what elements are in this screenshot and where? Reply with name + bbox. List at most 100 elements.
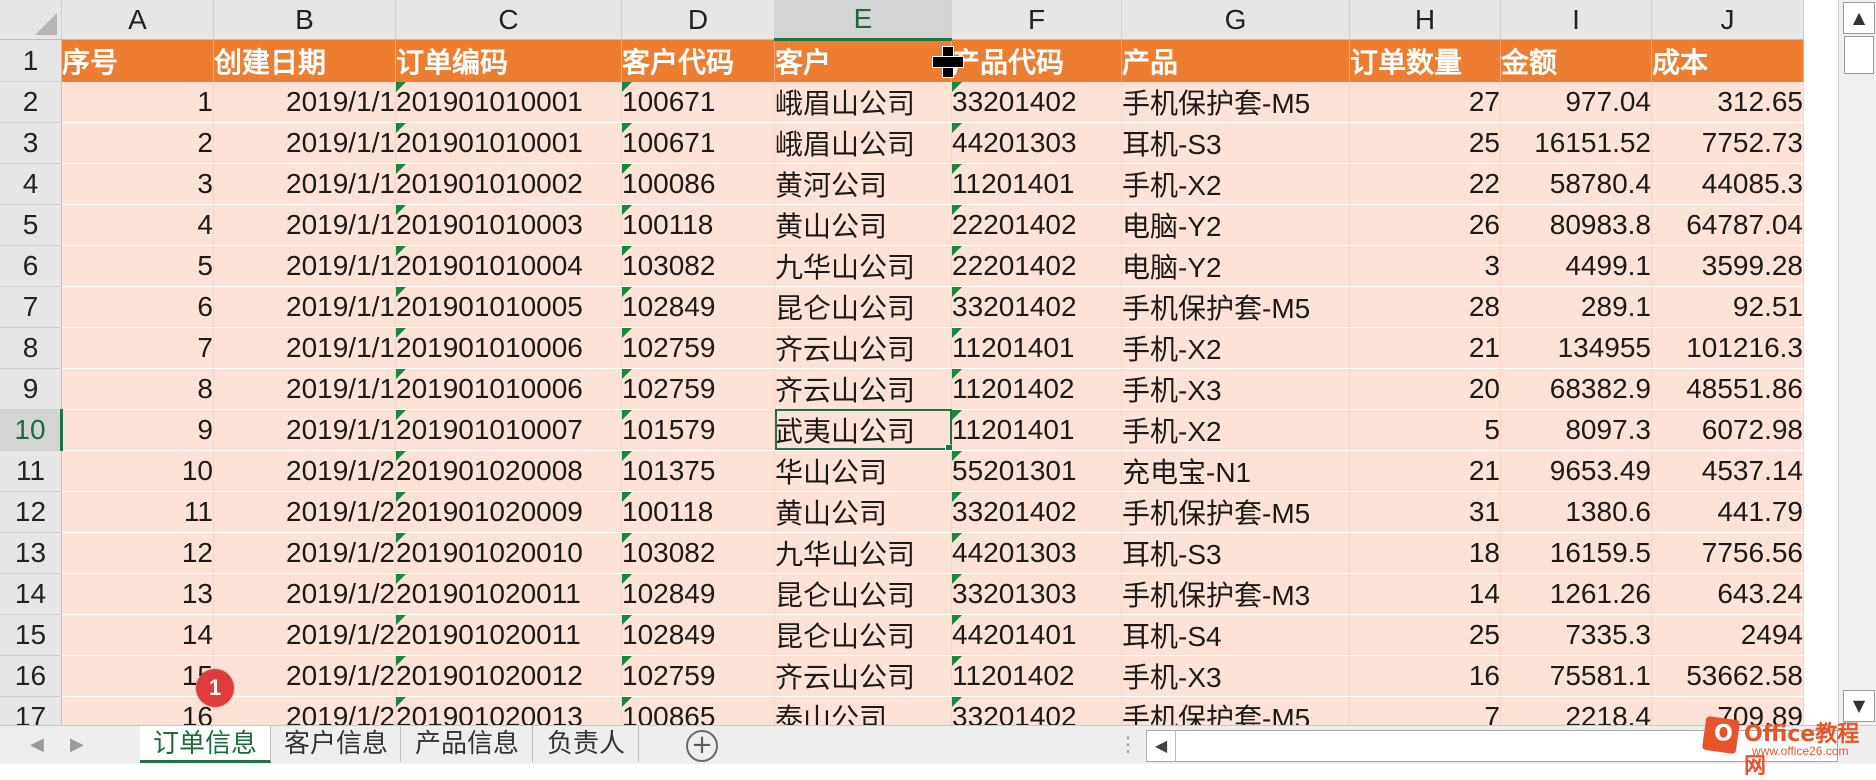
row-header[interactable]: 4	[0, 163, 62, 205]
column-header-D[interactable]: D	[621, 0, 775, 40]
cell[interactable]: 手机保护套-M3	[1121, 573, 1350, 615]
cell[interactable]: 15	[61, 655, 214, 697]
cell[interactable]: 2019/1/2	[213, 614, 396, 656]
cell[interactable]: 电脑-Y2	[1121, 245, 1350, 287]
cell[interactable]: 22	[1349, 163, 1501, 205]
cell[interactable]: 5	[1349, 409, 1501, 451]
cell[interactable]: 9	[61, 409, 214, 451]
row-header[interactable]: 1	[0, 39, 62, 82]
cell[interactable]: 泰山公司	[774, 696, 952, 725]
cell[interactable]: 103082	[621, 532, 775, 574]
select-all-corner[interactable]	[0, 0, 62, 40]
up-arrow-icon[interactable]: ▲	[1843, 2, 1875, 34]
cell[interactable]: 2019/1/2	[213, 450, 396, 492]
cell[interactable]: 25	[1349, 614, 1501, 656]
cell[interactable]: 643.24	[1651, 573, 1804, 615]
cell[interactable]: 20	[1349, 368, 1501, 410]
cell[interactable]: 16	[1349, 655, 1501, 697]
cell[interactable]: 22201402	[951, 204, 1122, 246]
cell[interactable]: 7	[1349, 696, 1501, 725]
row-header[interactable]: 13	[0, 532, 62, 574]
active-cell[interactable]: 武夷山公司	[774, 409, 952, 451]
row-header[interactable]: 10	[0, 409, 63, 451]
cell[interactable]: 22201402	[951, 245, 1122, 287]
cell[interactable]: 201901020011	[395, 614, 622, 656]
cell[interactable]: 201901020008	[395, 450, 622, 492]
cell[interactable]: 耳机-S4	[1121, 614, 1350, 656]
cell[interactable]: 手机保护套-M5	[1121, 81, 1350, 123]
row-header[interactable]: 11	[0, 450, 62, 492]
header-cell[interactable]: 客户代码	[621, 39, 775, 82]
row-header[interactable]: 14	[0, 573, 62, 615]
cell[interactable]: 2019/1/1	[213, 163, 396, 205]
cell[interactable]: 201901020009	[395, 491, 622, 533]
cell[interactable]: 16159.5	[1500, 532, 1652, 574]
cell[interactable]: 4	[61, 204, 214, 246]
cell[interactable]: 100118	[621, 204, 775, 246]
cell[interactable]: 33201402	[951, 491, 1122, 533]
cell[interactable]: 33201402	[951, 286, 1122, 328]
cell[interactable]: 977.04	[1500, 81, 1652, 123]
cell[interactable]: 102849	[621, 286, 775, 328]
cell[interactable]: 21	[1349, 327, 1501, 369]
tab-产品信息[interactable]: 产品信息	[402, 726, 533, 762]
column-header-I[interactable]: I	[1500, 0, 1652, 40]
cell[interactable]: 峨眉山公司	[774, 81, 952, 123]
spreadsheet-grid[interactable]: ABCDEFGHIJ 1 序号 创建日期 订单编码 客户代码 客户 产品代码 产品 订单数量金…	[0, 0, 1838, 725]
cell[interactable]: 手机-X2	[1121, 327, 1350, 369]
cell[interactable]: 九华山公司	[774, 532, 952, 574]
left-arrow-icon[interactable]: ◀	[1147, 731, 1176, 761]
cell[interactable]: 102849	[621, 573, 775, 615]
cell[interactable]: 九华山公司	[774, 245, 952, 287]
cell[interactable]: 44201303	[951, 122, 1122, 164]
cell[interactable]: 100086	[621, 163, 775, 205]
cell[interactable]: 2019/1/1	[213, 245, 396, 287]
cell[interactable]: 201901010004	[395, 245, 622, 287]
cell[interactable]: 昆仑山公司	[774, 614, 952, 656]
cell[interactable]: 25	[1349, 122, 1501, 164]
cell[interactable]: 11	[61, 491, 214, 533]
cell[interactable]: 31	[1349, 491, 1501, 533]
cell[interactable]: 101375	[621, 450, 775, 492]
cell[interactable]: 201901010006	[395, 327, 622, 369]
cell[interactable]: 2	[61, 122, 214, 164]
plus-circle-icon[interactable]: +	[686, 730, 718, 762]
cell[interactable]: 134955	[1500, 327, 1652, 369]
cell[interactable]: 201901010003	[395, 204, 622, 246]
cell[interactable]: 103082	[621, 245, 775, 287]
cell[interactable]: 2019/1/1	[213, 122, 396, 164]
cell[interactable]: 201901020012	[395, 655, 622, 697]
cell[interactable]: 92.51	[1651, 286, 1804, 328]
cell[interactable]: 58780.4	[1500, 163, 1652, 205]
cell[interactable]: 441.79	[1651, 491, 1804, 533]
cell[interactable]: 耳机-S3	[1121, 532, 1350, 574]
cell[interactable]: 2019/1/1	[213, 81, 396, 123]
cell[interactable]: 2019/1/1	[213, 327, 396, 369]
cell[interactable]: 8	[61, 368, 214, 410]
column-header-H[interactable]: H	[1349, 0, 1501, 40]
cell[interactable]: 44085.3	[1651, 163, 1804, 205]
header-cell[interactable]: 订单数量	[1349, 39, 1501, 82]
row-header[interactable]: 5	[0, 204, 62, 246]
cell[interactable]: 1261.26	[1500, 573, 1652, 615]
cell[interactable]: 黄河公司	[774, 163, 952, 205]
row-header[interactable]: 15	[0, 614, 62, 656]
cell[interactable]: 2019/1/1	[213, 204, 396, 246]
cell[interactable]: 昆仑山公司	[774, 286, 952, 328]
header-cell[interactable]: 产品代码	[951, 39, 1122, 82]
cell[interactable]: 48551.86	[1651, 368, 1804, 410]
cell[interactable]: 昆仑山公司	[774, 573, 952, 615]
cell[interactable]: 7756.56	[1651, 532, 1804, 574]
cell[interactable]: 11201401	[951, 327, 1122, 369]
row-header[interactable]: 9	[0, 368, 62, 410]
row-header[interactable]: 12	[0, 491, 62, 533]
cell[interactable]: 312.65	[1651, 81, 1804, 123]
row-header[interactable]: 3	[0, 122, 62, 164]
cell[interactable]: 2019/1/2	[213, 696, 396, 725]
prev-sheet-icon[interactable]: ◀	[30, 734, 44, 755]
cell[interactable]: 12	[61, 532, 214, 574]
cell[interactable]: 201901010001	[395, 81, 622, 123]
column-header-B[interactable]: B	[213, 0, 396, 40]
cell[interactable]: 201901020011	[395, 573, 622, 615]
cell[interactable]: 201901010007	[395, 409, 622, 451]
